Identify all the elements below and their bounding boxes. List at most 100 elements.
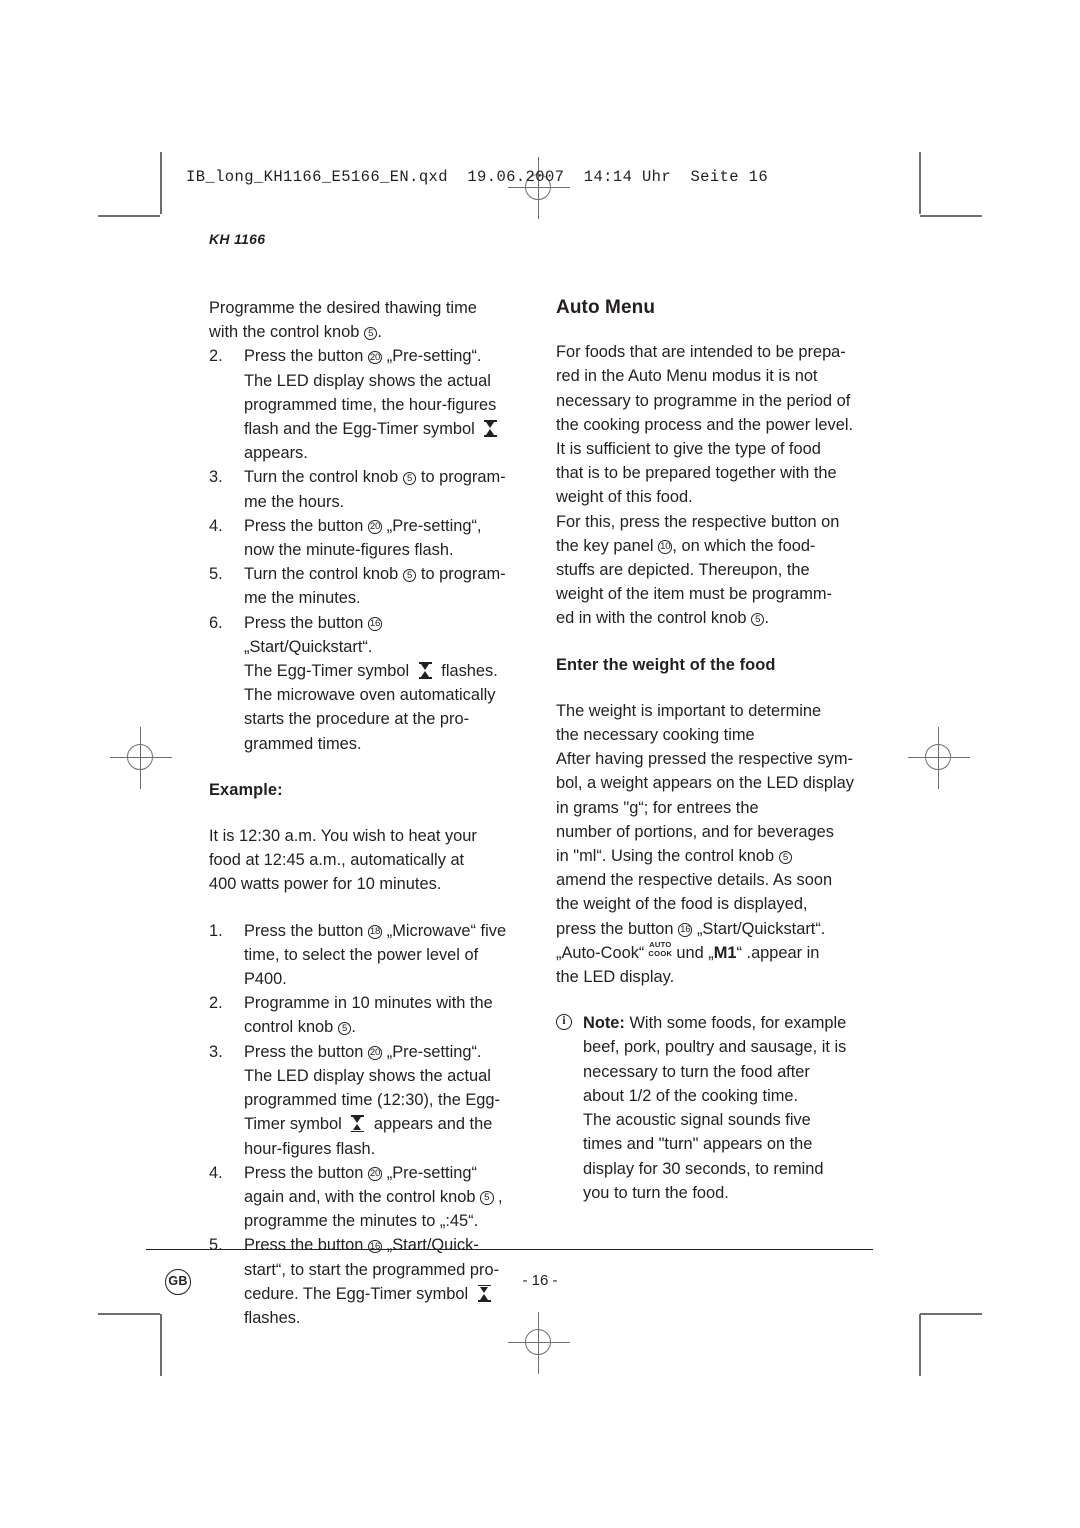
egg-timer-icon: [418, 662, 433, 680]
info-icon: i: [556, 1014, 572, 1031]
p3-line-6: number of portions, and for beverages: [556, 822, 834, 841]
step-number: 1.: [209, 921, 223, 940]
list-item: 4. Press the button 20 „Pre-setting“ aga…: [209, 1161, 514, 1234]
ref-knob-icon: 5: [402, 568, 417, 583]
step-number: 5.: [209, 1236, 223, 1255]
ref-presetting-icon: 20: [367, 350, 383, 365]
egg-timer-icon: [483, 420, 498, 438]
ref-microwave-icon: 18: [367, 925, 383, 939]
note-block: i Note: With some foods, for example bee…: [556, 1011, 878, 1205]
model-label: KH 1166: [209, 231, 266, 247]
p3-line-4: bol, a weight appears on the LED display: [556, 774, 854, 793]
ref-start-icon: 16: [678, 923, 693, 937]
p1-line-6: that is to be prepared together with the: [556, 464, 837, 483]
note-line-3: necessary to turn the food after: [583, 1062, 810, 1081]
footer-divider: [146, 1249, 873, 1250]
note-line-2: beef, pork, poultry and sausage, it is: [583, 1038, 847, 1057]
document-page: IB_long_KH1166_E5166_EN.qxd 19.06.2007 1…: [0, 0, 1080, 1528]
list-item: 4. Press the button 20 „Pre-setting“, no…: [209, 514, 514, 562]
thaw-steps-list: 2. Press the button 20 „Pre-setting“. Th…: [209, 344, 514, 755]
example-paragraph: It is 12:30 a.m. You wish to heat your f…: [209, 824, 514, 897]
list-item: 5. Turn the control knob 5 to program- m…: [209, 562, 514, 610]
step-number: 4.: [209, 516, 223, 535]
ref-start-icon: 16: [367, 617, 383, 631]
intro-step-continuation: Programme the desired thawing time with …: [209, 299, 477, 342]
step-number: 6.: [209, 613, 223, 632]
example-line-1: It is 12:30 a.m. You wish to heat your: [209, 827, 477, 846]
list-item: 2. Press the button 20 „Pre-setting“. Th…: [209, 344, 514, 465]
qxd-file-header: IB_long_KH1166_E5166_EN.qxd 19.06.2007 1…: [186, 168, 769, 186]
p1-line-7: weight of this food.: [556, 488, 693, 507]
auto-menu-paragraph-2: For this, press the respective button on…: [556, 512, 840, 628]
list-item: 3. Press the button 20 „Pre-setting“. Th…: [209, 1040, 514, 1161]
auto-cook-label: „Auto-Cook“: [556, 943, 645, 962]
note-line-5: The acoustic signal sounds five: [583, 1111, 811, 1130]
list-item: 3. Turn the control knob 5 to program- m…: [209, 465, 514, 513]
note-line-6: times and "turn" appears on the: [583, 1135, 813, 1154]
crop-mark-bottom-left-v: [160, 1314, 162, 1376]
list-item: 2. Programme in 10 minutes with the cont…: [209, 991, 514, 1039]
step-number: 2.: [209, 347, 223, 366]
registration-mark-top: [508, 157, 570, 219]
ref-knob-icon: 5: [402, 471, 417, 486]
p3-line-1: The weight is important to determine: [556, 701, 822, 720]
example-heading: Example:: [209, 780, 283, 799]
right-column: Auto Menu For foods that are intended to…: [556, 296, 878, 1205]
p3-line-5: in grams "g“; for entrees the: [556, 798, 759, 817]
enter-weight-subheading: Enter the weight of the food: [556, 655, 776, 674]
crop-mark-bottom-left-h: [98, 1313, 160, 1315]
ref-presetting-icon: 20: [367, 1046, 383, 1060]
m1-label: M1: [713, 943, 737, 962]
ref-knob-icon: 5: [480, 1191, 494, 1205]
left-column: Programme the desired thawing time with …: [209, 296, 514, 1330]
note-line-1: With some foods, for example: [629, 1014, 847, 1033]
ref-presetting-icon: 20: [367, 520, 383, 534]
crop-mark-top-right-v: [919, 152, 921, 214]
registration-mark-right: [908, 727, 970, 789]
p1-line-3: necessary to programme in the period of: [556, 391, 851, 410]
example-line-2: food at 12:45 a.m., automatically at: [209, 851, 465, 870]
registration-mark-bottom: [508, 1312, 570, 1374]
step-number: 4.: [209, 1163, 223, 1182]
crop-mark-bottom-right-h: [920, 1313, 982, 1315]
example-steps-list: 1. Press the button 18 „Microwave“ five …: [209, 919, 514, 1330]
step-number: 2.: [209, 994, 223, 1013]
und-word: und: [676, 943, 704, 962]
note-label: Note:: [583, 1014, 625, 1033]
appear-tail: .appear in: [746, 943, 820, 962]
note-line-7: display for 30 seconds, to remind: [583, 1159, 824, 1178]
list-item: 6. Press the button 16 „Start/Quickstart…: [209, 611, 514, 756]
p1-line-4: the cooking process and the power level.: [556, 415, 854, 434]
crop-mark-top-right-h: [920, 215, 982, 217]
ref-keypanel-icon: 10: [658, 540, 673, 554]
p3-line-12: the LED display.: [556, 968, 675, 987]
page-title: Auto Menu: [556, 297, 656, 318]
auto-cook-icon-line2: COOK: [648, 948, 673, 958]
p1-line-1: For foods that are intended to be prepa-: [556, 343, 846, 362]
page-number: - 16 -: [522, 1272, 558, 1289]
ref-knob-icon: 5: [337, 1021, 352, 1036]
egg-timer-icon: [350, 1115, 365, 1133]
auto-menu-paragraph-1: For foods that are intended to be prepa-…: [556, 340, 878, 509]
crop-mark-bottom-right-v: [919, 1314, 921, 1376]
step-number: 5.: [209, 565, 223, 584]
intro-line-1: Programme the desired thawing time: [209, 299, 477, 317]
auto-cook-icon: AUTO COOK: [648, 941, 672, 958]
ref-knob-icon: 5: [363, 326, 378, 341]
enter-weight-paragraph: The weight is important to determine the…: [556, 701, 854, 987]
registration-mark-left: [110, 727, 172, 789]
p3-line-3: After having pressed the respective sym-: [556, 750, 853, 769]
ref-knob-icon: 5: [750, 612, 765, 627]
crop-mark-top-left-h: [98, 215, 160, 217]
step-number: 3.: [209, 1042, 223, 1061]
list-item: 1. Press the button 18 „Microwave“ five …: [209, 919, 514, 992]
example-line-3: 400 watts power for 10 minutes.: [209, 875, 442, 894]
crop-mark-top-left-v: [160, 152, 162, 214]
ref-presetting-icon: 20: [367, 1167, 383, 1181]
p3-line-8: amend the respective details. As soon: [556, 871, 833, 890]
ref-knob-icon: 5: [778, 850, 793, 865]
step-number: 3.: [209, 468, 223, 487]
